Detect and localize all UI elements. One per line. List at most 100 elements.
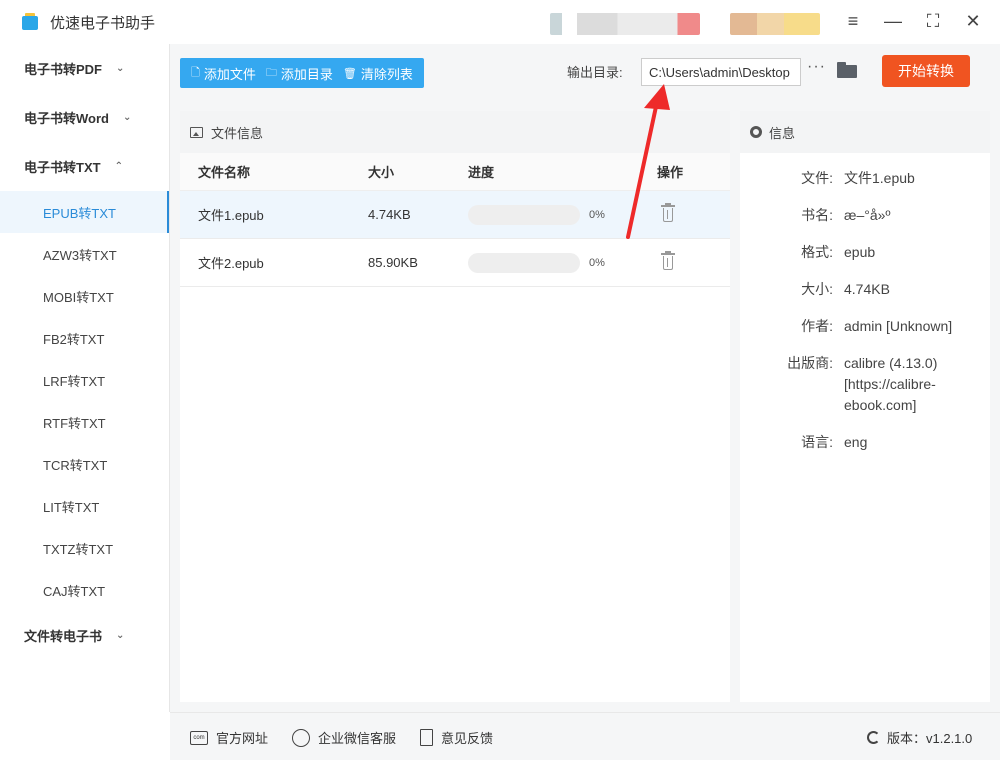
sidebar-item-fb2[interactable]: FB2转TXT — [0, 317, 169, 359]
sidebar-item-label: TCR转TXT — [43, 457, 108, 473]
sidebar-group-file-to-ebook[interactable]: 文件转电子书 ⌄ — [0, 611, 169, 660]
app-logo-icon — [20, 12, 40, 32]
file-panel-title: 文件信息 — [211, 125, 264, 141]
info-key: 大小: — [801, 281, 833, 297]
file-icon: 🗋 — [191, 66, 200, 79]
sidebar-group-label: 电子书转TXT — [24, 160, 101, 175]
progress-bar — [468, 253, 580, 273]
clear-list-button[interactable]: 🗑 清除列表 — [338, 64, 418, 83]
chat-icon — [292, 728, 310, 747]
progress-bar — [468, 205, 580, 225]
wechat-label: 企业微信客服 — [318, 731, 397, 746]
table-header: 文件名称 大小 进度 操作 — [180, 153, 730, 191]
column-size: 大小 — [368, 165, 395, 180]
sidebar-item-txtz[interactable]: TXTZ转TXT — [0, 527, 169, 569]
sidebar-group-label: 电子书转Word — [24, 111, 109, 126]
footer: com 官方网址 企业微信客服 意见反馈 版本：v1.2.1.0 — [170, 712, 1000, 760]
file-size: 4.74KB — [368, 207, 411, 222]
info-key: 书名: — [801, 207, 833, 223]
sidebar-item-label: LIT转TXT — [43, 499, 100, 515]
table-row[interactable]: 文件1.epub 4.74KB 0% — [180, 191, 730, 239]
website-icon: com — [190, 730, 208, 745]
minimize-icon[interactable]: — — [884, 10, 902, 32]
sidebar-group-label: 电子书转PDF — [24, 62, 103, 77]
chevron-down-icon: ⌄ — [116, 630, 125, 641]
info-panel-title: 信息 — [769, 125, 796, 141]
file-size: 85.90KB — [368, 255, 418, 270]
sidebar: 电子书转PDF ⌄ 电子书转Word ⌄ 电子书转TXT ⌃ EPUB转TXT … — [0, 44, 170, 712]
delete-trash-icon[interactable] — [661, 203, 675, 223]
sidebar-item-label: FB2转TXT — [43, 331, 105, 347]
output-directory-label: 输出目录: — [567, 65, 623, 80]
sidebar-item-lrf[interactable]: LRF转TXT — [0, 359, 169, 401]
sidebar-group-label: 文件转电子书 — [24, 629, 103, 644]
column-action: 操作 — [657, 165, 684, 180]
trash-icon: 🗑 — [342, 67, 357, 80]
sidebar-item-label: MOBI转TXT — [43, 289, 114, 305]
info-value: admin [Unknown] — [844, 318, 953, 334]
wechat-support-link[interactable]: 企业微信客服 — [292, 728, 396, 747]
menu-icon[interactable]: ≡ — [844, 10, 862, 32]
feedback-link[interactable]: 意见反馈 — [420, 728, 493, 747]
info-key: 格式: — [801, 244, 833, 260]
more-options-button[interactable]: ··· — [807, 58, 826, 76]
progress-text: 0% — [589, 208, 605, 221]
file-name: 文件1.epub — [198, 208, 264, 223]
info-key: 文件: — [801, 170, 833, 186]
file-panel: 文件信息 文件名称 大小 进度 操作 文件1.epub 4.74KB 0% 文件… — [180, 111, 730, 702]
sidebar-group-word[interactable]: 电子书转Word ⌄ — [0, 93, 169, 142]
info-panel-header: 信息 — [740, 111, 990, 153]
sidebar-item-caj[interactable]: CAJ转TXT — [0, 569, 169, 611]
sidebar-group-txt[interactable]: 电子书转TXT ⌃ — [0, 142, 169, 191]
info-value: 4.74KB — [844, 281, 890, 297]
feedback-icon — [420, 729, 433, 746]
info-value: epub — [844, 244, 876, 260]
sidebar-item-label: RTF转TXT — [43, 415, 106, 431]
start-convert-button[interactable]: 开始转换 — [882, 55, 970, 87]
blurred-avatar-area — [730, 13, 820, 35]
info-value: 文件1.epub — [844, 170, 915, 186]
clear-list-label: 清除列表 — [360, 66, 413, 82]
sidebar-item-epub[interactable]: EPUB转TXT — [0, 191, 169, 233]
add-directory-button[interactable]: 🗀 添加目录 — [261, 64, 338, 83]
info-key: 出版商: — [787, 355, 833, 371]
close-icon[interactable]: ✕ — [964, 10, 982, 32]
refresh-icon — [867, 731, 880, 744]
info-value: æ–°å»º — [844, 207, 891, 223]
chevron-down-icon: ⌄ — [122, 112, 132, 123]
sidebar-item-azw3[interactable]: AZW3转TXT — [0, 233, 169, 275]
folder-icon[interactable] — [837, 62, 857, 78]
sidebar-group-pdf[interactable]: 电子书转PDF ⌄ — [0, 44, 169, 93]
sidebar-item-rtf[interactable]: RTF转TXT — [0, 401, 169, 443]
table-row[interactable]: 文件2.epub 85.90KB 0% — [180, 239, 730, 287]
version-info[interactable]: 版本：v1.2.1.0 — [867, 728, 972, 747]
sidebar-item-label: LRF转TXT — [43, 373, 106, 389]
delete-trash-icon[interactable] — [661, 251, 675, 271]
info-value: calibre (4.13.0) [https://calibre-ebook.… — [844, 355, 938, 413]
toolbar: 🗋添加文件 🗀添加目录 🗑清除列表 输出目录: ··· 开始转换 — [170, 44, 1000, 102]
file-panel-header: 文件信息 — [180, 111, 730, 153]
add-directory-label: 添加目录 — [280, 66, 333, 82]
sidebar-item-label: AZW3转TXT — [43, 247, 117, 263]
feedback-label: 意见反馈 — [441, 731, 494, 746]
file-button-group: 🗋 添加文件 🗀 添加目录 🗑 清除列表 — [180, 58, 424, 88]
blurred-account-area — [550, 13, 700, 35]
app-title: 优速电子书助手 — [50, 14, 156, 32]
sidebar-item-label: CAJ转TXT — [43, 583, 106, 599]
sidebar-item-label: EPUB转TXT — [43, 205, 116, 221]
title-bar: 优速电子书助手 ≡ — ⛶ ✕ — [0, 0, 1000, 44]
sidebar-item-mobi[interactable]: MOBI转TXT — [0, 275, 169, 317]
version-label: 版本：v1.2.1.0 — [887, 731, 973, 746]
column-name: 文件名称 — [198, 165, 251, 180]
chevron-up-icon: ⌃ — [114, 161, 123, 172]
maximize-icon[interactable]: ⛶ — [924, 10, 942, 32]
info-value: eng — [844, 434, 868, 450]
add-file-button[interactable]: 🗋 添加文件 — [186, 64, 261, 83]
sidebar-item-tcr[interactable]: TCR转TXT — [0, 443, 169, 485]
info-key: 语言: — [801, 434, 833, 450]
output-directory-input[interactable] — [641, 58, 801, 86]
image-icon — [190, 126, 203, 138]
sidebar-item-lit[interactable]: LIT转TXT — [0, 485, 169, 527]
website-link[interactable]: com 官方网址 — [190, 728, 268, 747]
chevron-down-icon: ⌄ — [116, 63, 125, 74]
